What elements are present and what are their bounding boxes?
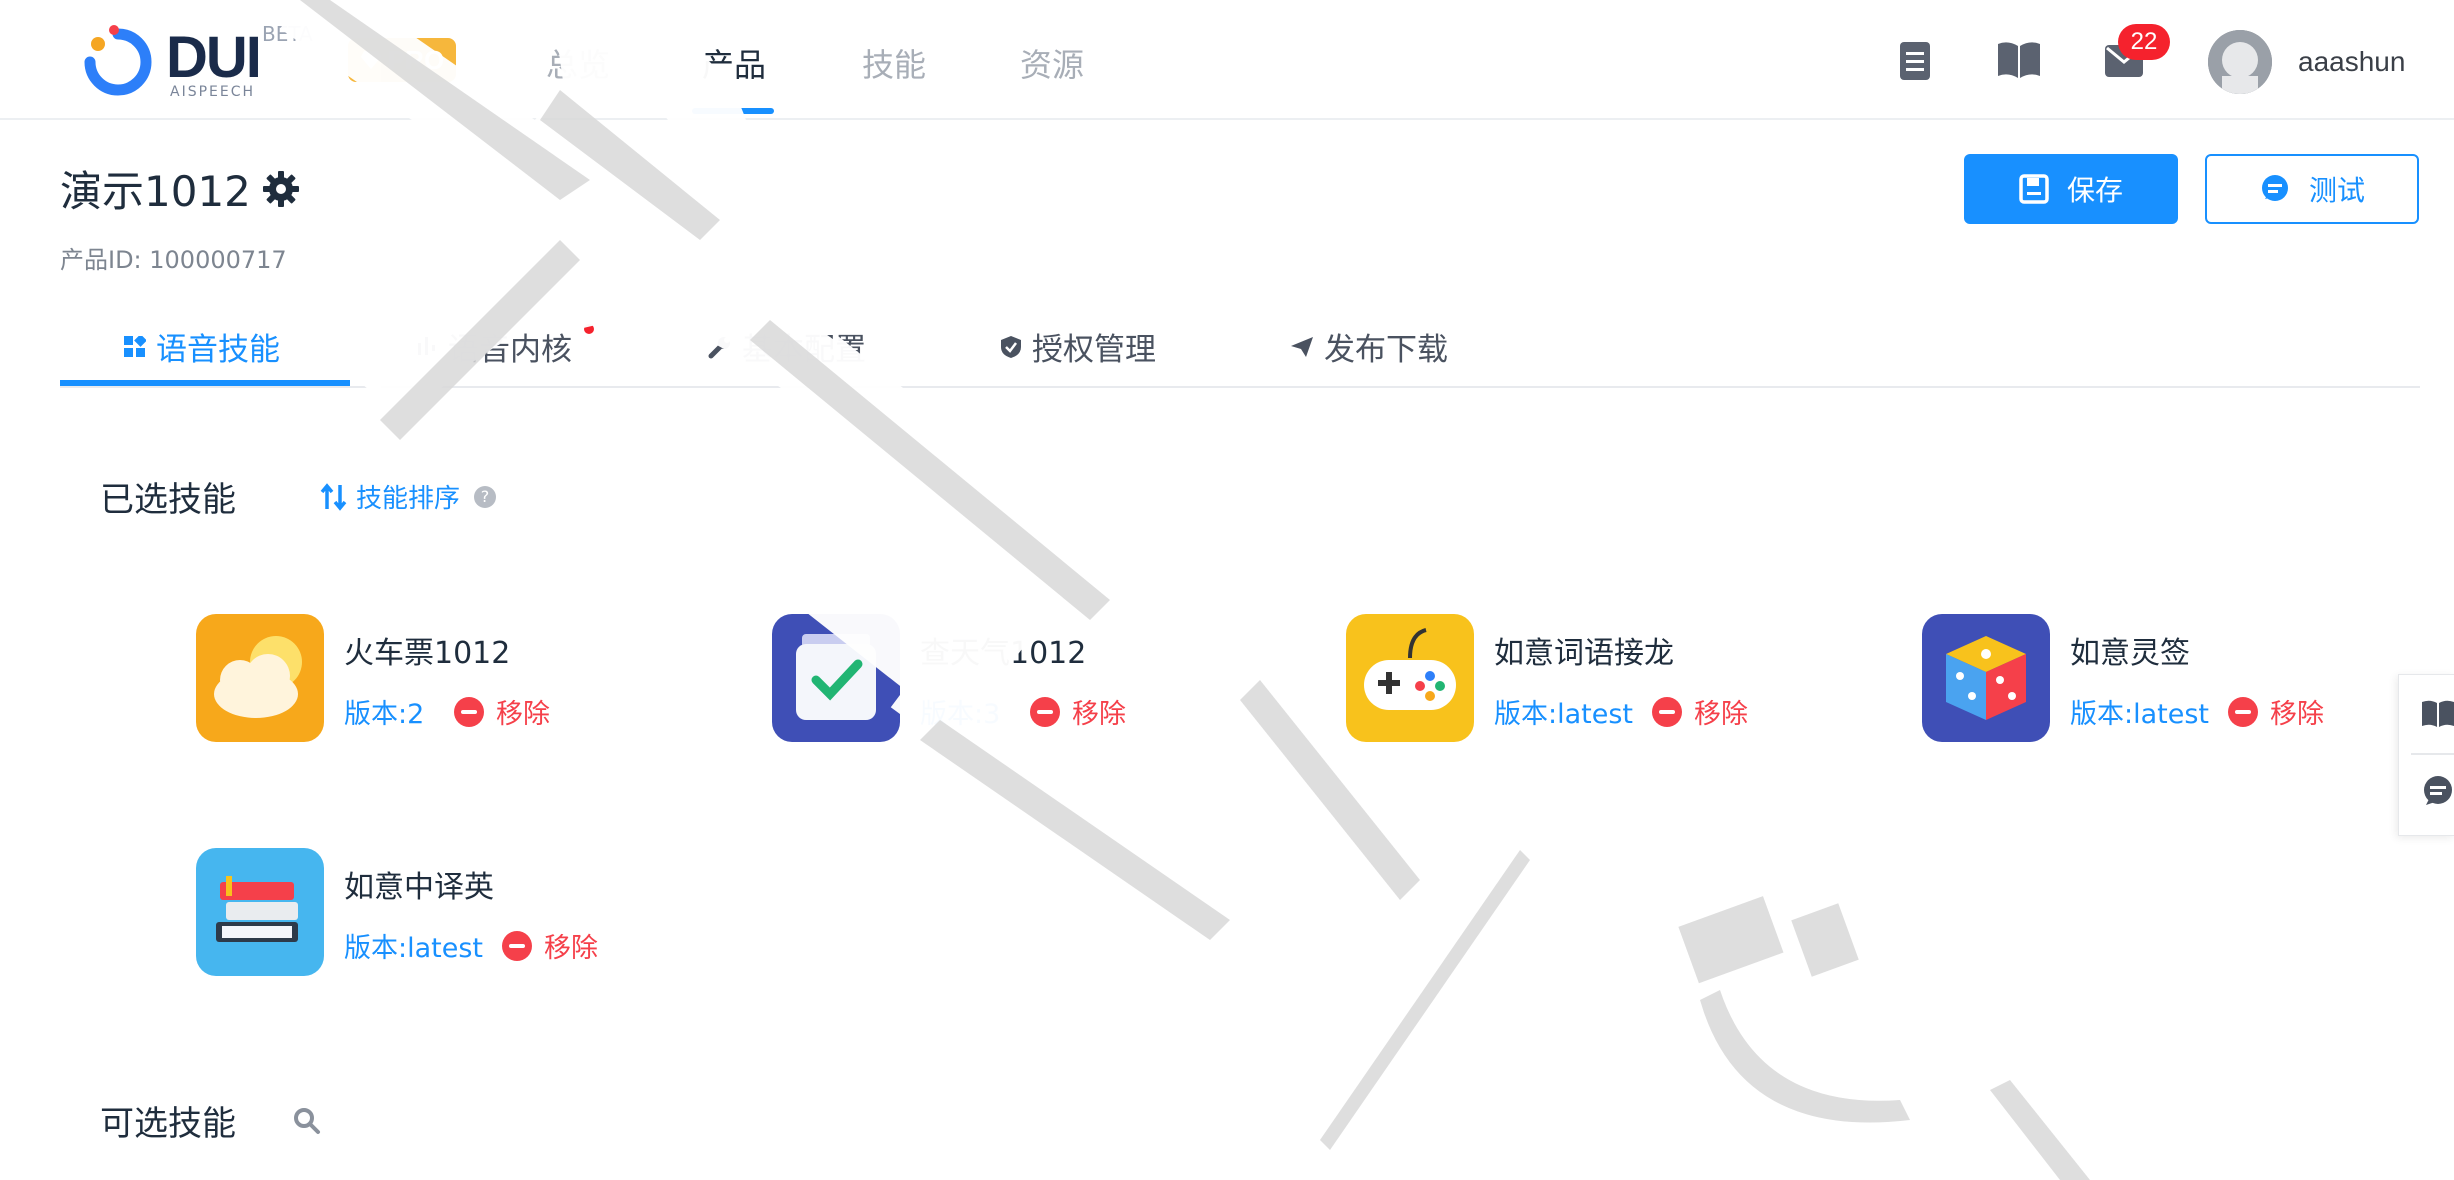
gear-icon[interactable]	[261, 169, 301, 209]
remove-label: 移除	[2270, 699, 2324, 730]
tab-voice-skills[interactable]: 语音技能	[124, 324, 280, 369]
beta-label: BETA	[262, 22, 313, 46]
tab-basic-config[interactable]: 基本配置	[708, 324, 866, 369]
skill-card: 如意中译英 版本:latest 移除	[196, 848, 696, 978]
book-icon[interactable]	[2421, 699, 2454, 729]
selected-skills-title: 已选技能	[100, 480, 236, 520]
remove-button[interactable]: 移除	[502, 926, 598, 965]
remove-button[interactable]: 移除	[454, 692, 550, 731]
minus-circle-icon	[1030, 696, 1060, 727]
remove-label: 移除	[1072, 699, 1126, 730]
page-title: 演示1012	[60, 158, 301, 219]
logo-text: DUI	[166, 25, 262, 90]
remove-label: 移除	[1694, 699, 1748, 730]
skill-name: 查天气1012	[920, 636, 1087, 671]
logo-subtitle: AISPEECH	[170, 84, 256, 100]
sort-icon	[320, 482, 347, 511]
nav-active-indicator	[692, 108, 774, 114]
test-label: 测试	[2308, 174, 2365, 207]
skill-version[interactable]: 版本:3	[920, 692, 1000, 731]
product-name: 演示1012	[60, 167, 251, 216]
send-icon	[1291, 336, 1313, 357]
top-navigation: DUI AISPEECH BETA PRO 总览 产品 技能 资源 22 aaa…	[0, 0, 2454, 120]
new-dot	[584, 324, 594, 334]
search-icon[interactable]	[292, 1106, 322, 1136]
tab-authorization[interactable]: 授权管理	[1000, 324, 1156, 369]
skill-card: 火车票1012 版本:2 移除	[196, 614, 696, 744]
skill-version[interactable]: 版本:2	[344, 692, 424, 731]
minus-circle-icon	[454, 696, 484, 727]
remove-button[interactable]: 移除	[2228, 692, 2324, 731]
skill-card: 如意词语接龙 版本:latest 移除	[1346, 614, 1846, 744]
user-avatar-icon	[2208, 30, 2272, 94]
product-id: 产品ID: 100000717	[60, 246, 287, 274]
save-button[interactable]: 保存	[1964, 154, 2178, 224]
weather-cloud-icon	[196, 614, 324, 742]
help-icon[interactable]: ?	[474, 485, 497, 508]
book-icon[interactable]	[1996, 40, 2042, 80]
grid-icon	[124, 335, 146, 357]
tab-active-indicator	[60, 380, 350, 386]
chat-icon[interactable]	[2421, 775, 2454, 809]
divider	[2411, 753, 2454, 755]
checkbox-card-icon	[772, 614, 900, 742]
sort-label: 技能排序	[356, 484, 461, 514]
remove-label: 移除	[544, 933, 598, 964]
notification-badge: 22	[2118, 24, 2170, 60]
chat-icon	[2261, 175, 2288, 201]
remove-label: 移除	[496, 699, 550, 730]
tab-label: 发布下载	[1324, 332, 1448, 368]
dui-logo[interactable]: DUI AISPEECH BETA	[78, 22, 318, 102]
gamepad-icon	[1346, 614, 1474, 742]
dice-icon	[1922, 614, 2050, 742]
skill-name: 火车票1012	[344, 636, 511, 671]
skill-name: 如意灵签	[2070, 636, 2190, 671]
save-icon	[2019, 174, 2049, 204]
skill-version[interactable]: 版本:latest	[344, 926, 483, 965]
tab-publish[interactable]: 发布下载	[1290, 324, 1448, 369]
skill-name: 如意词语接龙	[1494, 636, 1674, 671]
skill-version[interactable]: 版本:latest	[2070, 692, 2209, 731]
save-label: 保存	[2066, 174, 2123, 207]
avatar[interactable]	[2208, 30, 2272, 94]
remove-button[interactable]: 移除	[1030, 692, 1126, 731]
diamond-icon	[360, 51, 381, 69]
logo-mark-icon	[84, 25, 152, 96]
tab-label: 授权管理	[1032, 332, 1156, 368]
tab-label: 语音内核	[448, 332, 572, 368]
skill-name: 如意中译英	[344, 870, 494, 905]
nav-products[interactable]: 产品	[702, 40, 766, 86]
nav-overview[interactable]: 总览	[546, 40, 610, 86]
nav-resources[interactable]: 资源	[1020, 40, 1084, 86]
document-icon[interactable]	[1898, 40, 1932, 82]
minus-circle-icon	[1652, 696, 1682, 727]
books-icon	[196, 848, 324, 976]
skill-version[interactable]: 版本:latest	[1494, 692, 1633, 731]
wrench-icon	[708, 336, 730, 358]
minus-circle-icon	[502, 930, 532, 961]
sort-skills-link[interactable]: 技能排序 ?	[320, 478, 497, 515]
minus-circle-icon	[2228, 696, 2258, 727]
pro-badge[interactable]: PRO	[348, 38, 456, 82]
available-skills-title: 可选技能	[100, 1104, 236, 1144]
signal-icon	[418, 336, 435, 355]
nav-skills[interactable]: 技能	[862, 40, 926, 86]
pro-label: PRO	[387, 44, 445, 75]
username[interactable]: aaashun	[2298, 46, 2405, 78]
skill-card: 如意灵签 版本:latest 移除	[1922, 614, 2422, 744]
product-tabs: 语音技能 语音内核 基本配置 授权管理 发布下载	[60, 310, 2420, 388]
skill-card: 查天气1012 版本:3 移除	[772, 614, 1272, 744]
tab-label: 基本配置	[742, 332, 866, 368]
shield-icon	[1001, 335, 1021, 358]
remove-button[interactable]: 移除	[1652, 692, 1748, 731]
test-button[interactable]: 测试	[2205, 154, 2419, 224]
tab-label: 语音技能	[156, 332, 280, 368]
tab-voice-core[interactable]: 语音内核	[418, 324, 572, 369]
floating-toolbar	[2398, 674, 2454, 836]
